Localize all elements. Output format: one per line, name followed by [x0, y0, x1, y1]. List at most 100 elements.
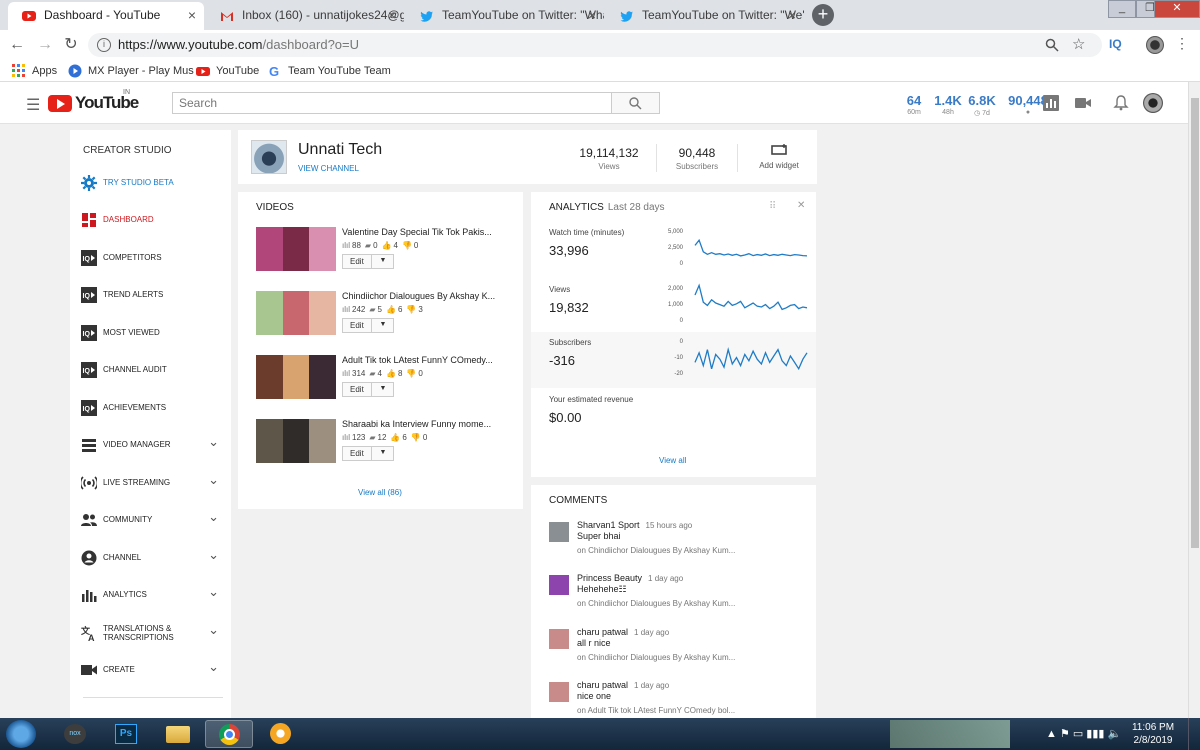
- chevron-down-icon[interactable]: ⌄: [208, 657, 219, 677]
- video-thumbnail[interactable]: [256, 355, 336, 399]
- system-tray[interactable]: ▲ ⚑ ▭ ▮▮▮ 🔈: [1046, 727, 1121, 740]
- sidebar-item-trend-alerts[interactable]: IQ TREND ALERTS: [70, 282, 231, 308]
- page-scrollbar[interactable]: [1188, 82, 1200, 718]
- new-tab-button[interactable]: +: [812, 4, 834, 26]
- commenter-name[interactable]: charu patwal: [577, 680, 628, 690]
- tab-gmail-inbox[interactable]: Inbox (160) - unnatijokes24@gm ×: [206, 2, 404, 30]
- account-avatar[interactable]: [1143, 93, 1163, 113]
- upload-video-icon[interactable]: [1075, 95, 1091, 111]
- forward-button[interactable]: →: [34, 34, 56, 56]
- profile-avatar[interactable]: [1146, 36, 1164, 54]
- browser-menu-icon[interactable]: ⋮: [1175, 35, 1189, 52]
- chevron-down-icon[interactable]: ⌄: [208, 470, 219, 490]
- chrome-icon[interactable]: [205, 720, 253, 748]
- bookmark-mx-player[interactable]: MX Player - Play Mus: [68, 63, 194, 79]
- notification-preview[interactable]: [890, 720, 1010, 748]
- notifications-bell-icon[interactable]: [1113, 95, 1129, 111]
- commenter-name[interactable]: charu patwal: [577, 627, 628, 637]
- edit-video-button[interactable]: Edit ▼: [342, 446, 394, 461]
- edit-dropdown-icon[interactable]: ▼: [371, 446, 394, 461]
- drag-handle-icon[interactable]: ⠿: [769, 201, 777, 212]
- commenter-name[interactable]: Princess Beauty: [577, 573, 642, 583]
- sidebar-item-channel-audit[interactable]: IQ CHANNEL AUDIT: [70, 357, 231, 383]
- close-tab-icon[interactable]: ×: [788, 2, 796, 28]
- edit-video-button[interactable]: Edit ▼: [342, 254, 394, 269]
- videos-view-all-link[interactable]: View all (86): [358, 488, 402, 497]
- add-widget-button[interactable]: Add widget: [753, 144, 805, 170]
- sidebar-item-try-studio-beta[interactable]: TRY STUDIO BETA: [70, 170, 231, 196]
- commenter-avatar[interactable]: [549, 522, 569, 542]
- commenter-avatar[interactable]: [549, 682, 569, 702]
- analytics-metric[interactable]: Your estimated revenue $0.00: [531, 389, 816, 445]
- chevron-down-icon[interactable]: ⌄: [208, 545, 219, 565]
- video-title[interactable]: Chindiichor Dialougues By Akshay K...: [342, 291, 512, 301]
- sidebar-item-achievements[interactable]: IQ ACHIEVEMENTS: [70, 395, 231, 421]
- sidebar-item-dashboard[interactable]: DASHBOARD: [70, 207, 231, 233]
- analytics-metric[interactable]: Subscribers -316 0 -10 -20: [531, 332, 816, 388]
- vidiq-stat-7d[interactable]: 6.8K ◷ 7d: [962, 93, 1002, 117]
- sidebar-item-community[interactable]: COMMUNITY ⌄: [70, 507, 231, 533]
- close-tab-icon[interactable]: ×: [188, 2, 196, 28]
- comment-video-link[interactable]: on Chindiichor Dialougues By Akshay Kum.…: [577, 653, 752, 662]
- sidebar-item-channel[interactable]: CHANNEL ⌄: [70, 545, 231, 571]
- comment-video-link[interactable]: on Chindiichor Dialougues By Akshay Kum.…: [577, 599, 752, 608]
- folder-icon[interactable]: [154, 720, 202, 748]
- video-thumbnail[interactable]: [256, 291, 336, 335]
- edit-video-button[interactable]: Edit ▼: [342, 318, 394, 333]
- analytics-view-all-link[interactable]: View all: [659, 456, 686, 465]
- channel-avatar[interactable]: [251, 140, 287, 174]
- nox-icon[interactable]: nox: [52, 720, 100, 748]
- sidebar-item-video-manager[interactable]: VIDEO MANAGER ⌄: [70, 432, 231, 458]
- chevron-down-icon[interactable]: ⌄: [208, 507, 219, 527]
- close-tab-icon[interactable]: ×: [388, 2, 396, 28]
- tab-twitter-1[interactable]: TeamYouTube on Twitter: "What ×: [406, 2, 604, 30]
- comment-video-link[interactable]: on Chindiichor Dialougues By Akshay Kum.…: [577, 546, 752, 555]
- commenter-avatar[interactable]: [549, 575, 569, 595]
- tab-twitter-2[interactable]: TeamYouTube on Twitter: "We'll ×: [606, 2, 804, 30]
- video-thumbnail[interactable]: [256, 419, 336, 463]
- sidebar-item-create[interactable]: CREATE ⌄: [70, 657, 231, 683]
- site-info-icon[interactable]: i: [97, 38, 111, 52]
- video-title[interactable]: Adult Tik tok LAtest FunnY COmedy...: [342, 355, 512, 365]
- chevron-down-icon[interactable]: ⌄: [208, 432, 219, 452]
- sidebar-item-translations-transcriptions[interactable]: 文 A TRANSLATIONS & TRANSCRIPTIONS ⌄: [70, 620, 231, 646]
- close-widget-icon[interactable]: ✕: [797, 200, 805, 211]
- sidebar-item-most-viewed[interactable]: IQ MOST VIEWED: [70, 320, 231, 346]
- chevron-down-icon[interactable]: ⌄: [208, 620, 219, 640]
- channel-name[interactable]: Unnati Tech: [298, 141, 382, 159]
- bookmark-star-icon[interactable]: ☆: [1072, 33, 1085, 57]
- analytics-metric[interactable]: Views 19,832 2,000 1,000 0: [531, 279, 816, 335]
- photoshop-icon[interactable]: Ps: [102, 720, 150, 748]
- url-field[interactable]: i https://www.youtube.com/dashboard?o=U …: [88, 33, 1102, 57]
- search-input[interactable]: [172, 92, 612, 114]
- bookmark-apps[interactable]: Apps: [12, 63, 57, 79]
- view-channel-link[interactable]: VIEW CHANNEL: [298, 164, 359, 173]
- comment-video-link[interactable]: on Adult Tik tok LAtest FunnY COmedy bol…: [577, 706, 752, 715]
- edit-dropdown-icon[interactable]: ▼: [371, 382, 394, 397]
- edit-dropdown-icon[interactable]: ▼: [371, 254, 394, 269]
- bookmark-team-youtube[interactable]: G Team YouTube Team: [268, 63, 391, 79]
- minimize-button[interactable]: _: [1108, 0, 1136, 18]
- show-desktop-button[interactable]: [1188, 718, 1200, 750]
- close-window-button[interactable]: ✕: [1154, 0, 1200, 18]
- analytics-metric[interactable]: Watch time (minutes) 33,996 5,000 2,500 0: [531, 222, 816, 278]
- scrollbar-thumb[interactable]: [1191, 98, 1199, 548]
- vidiq-extension-button[interactable]: IQ: [1109, 37, 1122, 51]
- edit-video-button[interactable]: Edit ▼: [342, 382, 394, 397]
- sidebar-item-competitors[interactable]: IQ COMPETITORS: [70, 245, 231, 271]
- back-button[interactable]: ←: [6, 34, 28, 56]
- sidebar-item-live-streaming[interactable]: LIVE STREAMING ⌄: [70, 470, 231, 496]
- reload-button[interactable]: ↻: [60, 34, 82, 56]
- close-tab-icon[interactable]: ×: [588, 2, 596, 28]
- video-thumbnail[interactable]: [256, 227, 336, 271]
- chevron-down-icon[interactable]: ⌄: [208, 582, 219, 602]
- commenter-avatar[interactable]: [549, 629, 569, 649]
- video-title[interactable]: Valentine Day Special Tik Tok Pakis...: [342, 227, 512, 237]
- zoom-icon[interactable]: [1045, 38, 1059, 52]
- search-button[interactable]: [611, 92, 660, 114]
- start-button[interactable]: [6, 720, 36, 748]
- menu-icon[interactable]: ☰: [26, 95, 40, 115]
- sidebar-item-analytics[interactable]: ANALYTICS ⌄: [70, 582, 231, 608]
- video-title[interactable]: Sharaabi ka Interview Funny mome...: [342, 419, 512, 429]
- tab-dashboard-youtube[interactable]: Dashboard - YouTube ×: [8, 2, 204, 30]
